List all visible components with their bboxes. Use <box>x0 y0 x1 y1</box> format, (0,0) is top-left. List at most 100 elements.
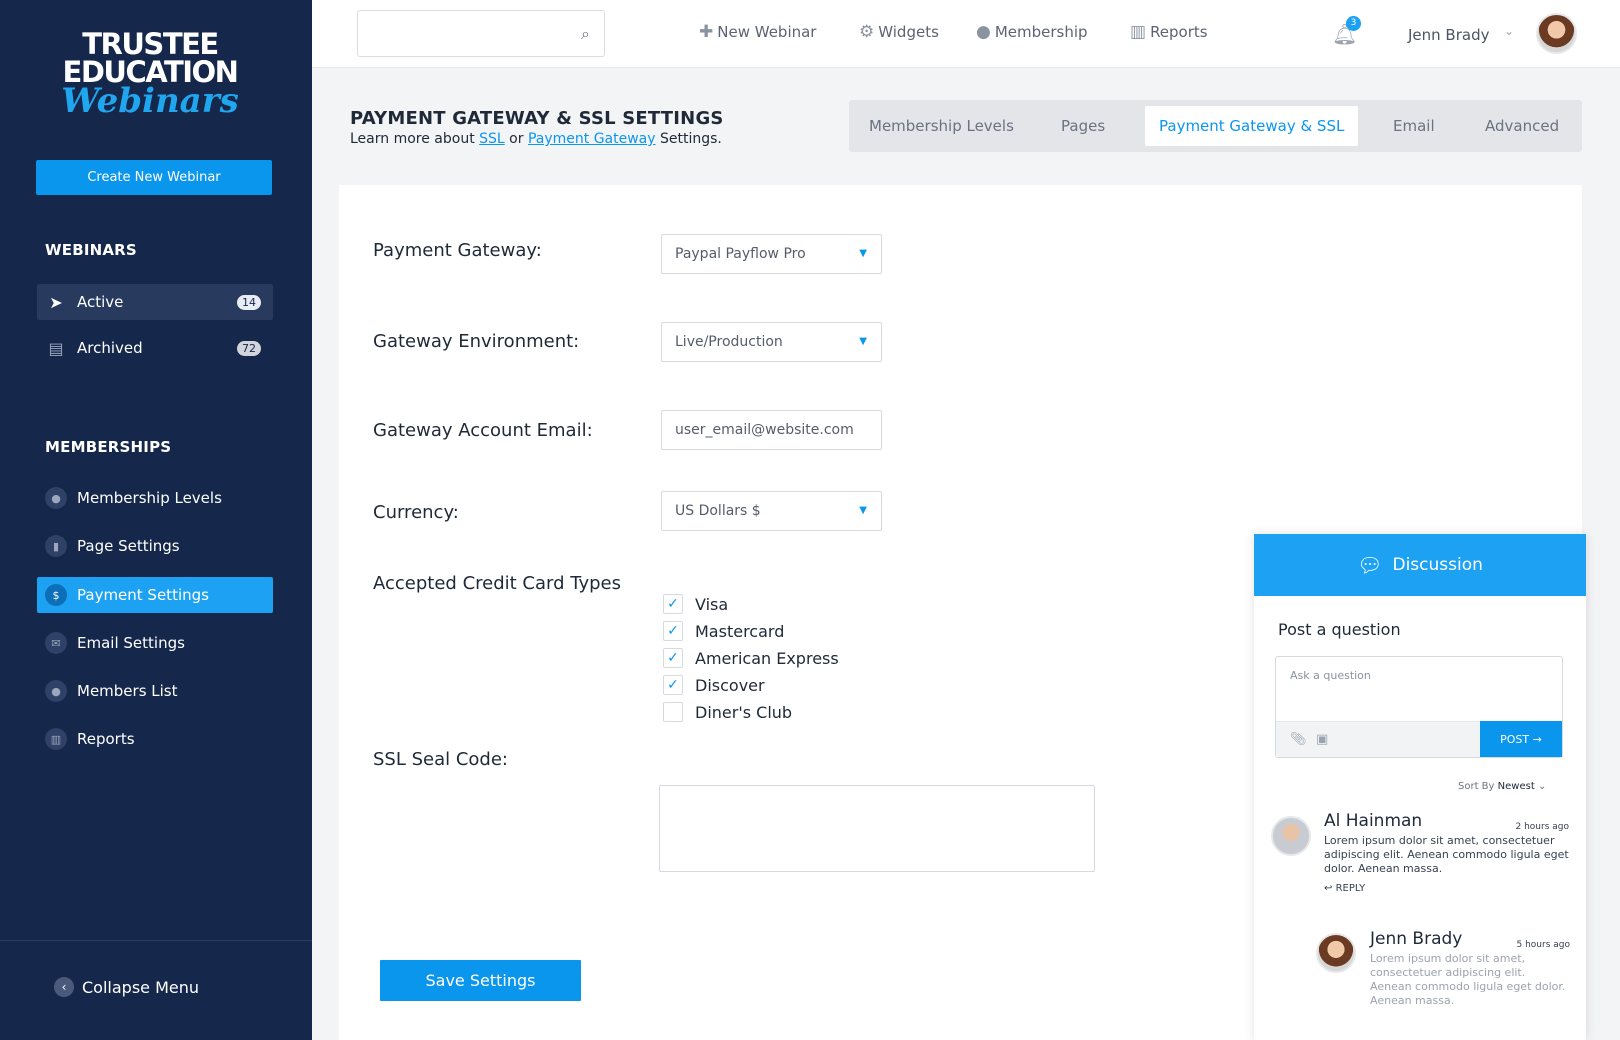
checkbox-visa[interactable]: ✓ Visa <box>663 594 728 614</box>
nav-widgets[interactable]: ⚙ Widgets <box>859 22 939 42</box>
checkbox-label: Mastercard <box>695 621 785 641</box>
nav-new-webinar[interactable]: ✚ New Webinar <box>699 22 816 42</box>
sort-value: Newest <box>1497 781 1535 792</box>
checkbox-label: American Express <box>695 648 839 668</box>
image-icon[interactable]: ▣ <box>1316 732 1328 747</box>
check-icon[interactable]: ✓ <box>663 648 683 668</box>
reply-label: REPLY <box>1335 883 1366 894</box>
webinars-section-title: WEBINARS <box>45 241 137 259</box>
plus-icon: ✚ <box>699 22 714 42</box>
sidebar: TRUSTEE EDUCATION Webinars Create New We… <box>0 0 312 1040</box>
gateway-email-field[interactable]: user_email@website.com <box>661 410 882 450</box>
logo-line-3: Webinars <box>61 81 239 121</box>
payment-gateway-select[interactable]: Paypal Payflow Pro ▼ <box>661 234 882 274</box>
users-icon: ● <box>976 22 991 42</box>
collapse-menu[interactable]: ‹ Collapse Menu <box>0 940 312 1040</box>
sidebar-item-active[interactable]: ➤ Active 14 <box>37 284 273 320</box>
payment-gateway-label: Payment Gateway: <box>373 240 542 261</box>
user-name[interactable]: Jenn Brady <box>1408 26 1489 44</box>
ssl-seal-label: SSL Seal Code: <box>373 749 508 770</box>
comment-text: Lorem ipsum dolor sit amet, consectetuer… <box>1324 834 1569 875</box>
bar-chart-icon: ▥ <box>1130 22 1147 42</box>
collapse-menu-label: Collapse Menu <box>82 977 200 997</box>
ssl-seal-textarea[interactable] <box>659 785 1095 872</box>
check-icon[interactable]: ✓ <box>663 594 683 614</box>
checkbox-american-express[interactable]: ✓ American Express <box>663 648 839 668</box>
page-title: PAYMENT GATEWAY & SSL SETTINGS <box>350 108 724 129</box>
sidebar-item-label: Active <box>77 293 124 311</box>
mail-icon: ✉ <box>45 632 67 654</box>
settings-tabs: Membership Levels Pages Payment Gateway … <box>849 100 1582 152</box>
post-button[interactable]: POST → <box>1480 721 1562 757</box>
checkbox-discover[interactable]: ✓ Discover <box>663 675 765 695</box>
subtitle-text: Settings. <box>660 131 722 147</box>
comment: Al Hainman 2 hours ago Lorem ipsum dolor… <box>1324 813 1570 896</box>
currency-label: Currency: <box>373 502 459 523</box>
sidebar-item-email-settings[interactable]: ✉ Email Settings <box>37 625 273 661</box>
sidebar-item-membership-levels[interactable]: ● Membership Levels <box>37 480 273 516</box>
subtitle-text: Learn more about <box>350 131 475 147</box>
discussion-title: Discussion <box>1392 555 1483 575</box>
bell-icon[interactable]: 🔔︎ 3 <box>1332 16 1361 46</box>
comment-time: 2 hours ago <box>1515 822 1570 832</box>
checkbox-label: Diner's Club <box>695 702 793 722</box>
count-badge: 14 <box>237 295 261 310</box>
page-icon: ▮ <box>45 535 67 557</box>
ask-toolbar: 📎︎ ▣ POST → <box>1276 721 1562 757</box>
discussion-header: 💬︎ Discussion <box>1254 534 1586 596</box>
sidebar-item-page-settings[interactable]: ▮ Page Settings <box>37 528 273 564</box>
search-input[interactable]: ⌕ <box>357 10 605 57</box>
sidebar-item-label: Email Settings <box>77 634 185 652</box>
sidebar-item-members-list[interactable]: ● Members List <box>37 673 273 709</box>
select-value: US Dollars $ <box>675 503 761 519</box>
tab-payment-gateway-ssl[interactable]: Payment Gateway & SSL <box>1145 106 1359 146</box>
subtitle-text: or <box>509 131 524 147</box>
ssl-link[interactable]: SSL <box>479 131 505 147</box>
paper-plane-icon: ➤ <box>49 292 63 312</box>
gateway-environment-label: Gateway Environment: <box>373 331 580 352</box>
notification-count: 3 <box>1346 16 1361 31</box>
currency-select[interactable]: US Dollars $ ▼ <box>661 491 882 531</box>
search-icon[interactable]: ⌕ <box>581 24 590 44</box>
checkbox-box[interactable] <box>663 702 683 722</box>
paperclip-icon[interactable]: 📎︎ <box>1290 732 1307 747</box>
logo-line-1: TRUSTEE <box>82 27 219 61</box>
tab-advanced[interactable]: Advanced <box>1471 106 1573 146</box>
save-settings-button[interactable]: Save Settings <box>380 960 581 1001</box>
sidebar-item-label: Payment Settings <box>77 586 209 604</box>
avatar <box>1271 816 1311 856</box>
count-badge: 72 <box>237 341 261 356</box>
sidebar-item-label: Page Settings <box>77 537 180 555</box>
check-icon[interactable]: ✓ <box>663 621 683 641</box>
chevron-left-icon: ‹ <box>54 977 74 997</box>
sidebar-item-archived[interactable]: ▤ Archived 72 <box>37 330 273 366</box>
tab-email[interactable]: Email <box>1379 106 1449 146</box>
ask-question-input[interactable]: Ask a question 📎︎ ▣ POST → <box>1275 656 1563 758</box>
payment-gateway-link[interactable]: Payment Gateway <box>528 131 656 147</box>
sidebar-item-payment-settings[interactable]: $ Payment Settings <box>37 577 273 613</box>
chevron-down-icon[interactable]: ⌄ <box>1504 24 1514 38</box>
post-question-title: Post a question <box>1278 620 1401 639</box>
topbar: ⌕ ✚ New Webinar ⚙ Widgets ● Membership ▥… <box>312 0 1620 68</box>
reply-button[interactable]: ↩ REPLY <box>1324 882 1569 896</box>
avatar[interactable] <box>1536 13 1577 54</box>
gateway-environment-select[interactable]: Live/Production ▼ <box>661 322 882 362</box>
card-types-label: Accepted Credit Card Types <box>373 573 621 594</box>
nav-membership[interactable]: ● Membership <box>976 22 1088 42</box>
sidebar-item-label: Archived <box>77 339 143 357</box>
checkbox-diners-club[interactable]: Diner's Club <box>663 702 792 722</box>
archive-box-icon: ▤ <box>48 338 64 358</box>
select-value: Live/Production <box>675 334 783 350</box>
nav-reports[interactable]: ▥ Reports <box>1130 22 1208 42</box>
memberships-section-title: MEMBERSHIPS <box>45 438 172 456</box>
sidebar-item-reports[interactable]: ▥ Reports <box>37 721 273 757</box>
tab-pages[interactable]: Pages <box>1047 106 1119 146</box>
chevron-down-icon: ⌄ <box>1537 781 1547 792</box>
gateway-email-label: Gateway Account Email: <box>373 420 593 441</box>
checkbox-mastercard[interactable]: ✓ Mastercard <box>663 621 784 641</box>
check-icon[interactable]: ✓ <box>663 675 683 695</box>
sort-by[interactable]: Sort By Newest ⌄ <box>1458 781 1546 792</box>
create-webinar-button[interactable]: Create New Webinar <box>36 160 272 195</box>
tab-membership-levels[interactable]: Membership Levels <box>855 106 1028 146</box>
sidebar-item-label: Members List <box>77 682 178 700</box>
